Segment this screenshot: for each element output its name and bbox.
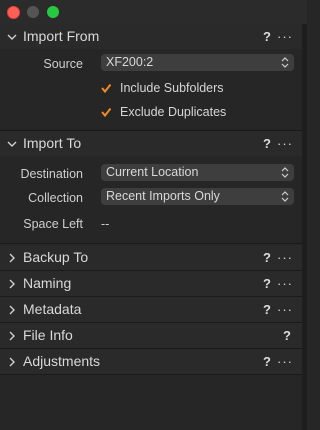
source-select[interactable]: XF200:2 (101, 54, 294, 71)
help-button[interactable]: ? (263, 131, 271, 156)
more-options-button[interactable]: ··· (277, 245, 293, 270)
chevron-right-icon[interactable] (6, 323, 18, 348)
space-left-value: -- (101, 217, 110, 231)
section-backup-to[interactable]: Backup To ? ··· (0, 245, 307, 270)
source-label: Source (43, 57, 83, 71)
more-options-button[interactable]: ··· (277, 131, 293, 156)
destination-select[interactable]: Current Location (101, 164, 294, 181)
more-options-button[interactable]: ··· (277, 349, 293, 374)
more-options-button[interactable]: ··· (277, 24, 293, 49)
chevron-down-icon[interactable] (6, 131, 18, 156)
chevron-right-icon[interactable] (6, 245, 18, 270)
section-title: Metadata (23, 301, 82, 317)
chevron-right-icon[interactable] (6, 271, 18, 296)
section-title: File Info (23, 327, 73, 343)
section-divider (0, 243, 307, 244)
collection-label: Collection (28, 191, 83, 205)
destination-label: Destination (20, 167, 83, 181)
source-value: XF200:2 (106, 55, 154, 69)
section-metadata[interactable]: Metadata ? ··· (0, 297, 307, 322)
section-title: Backup To (23, 249, 89, 265)
help-button[interactable]: ? (263, 271, 271, 296)
help-button[interactable]: ? (263, 297, 271, 322)
help-button[interactable]: ? (263, 349, 271, 374)
section-import-from[interactable]: Import From ? ··· (0, 24, 307, 49)
space-left-label: Space Left (23, 217, 83, 231)
section-adjustments[interactable]: Adjustments ? ··· (0, 349, 307, 374)
destination-value: Current Location (106, 165, 199, 179)
chevron-right-icon[interactable] (6, 297, 18, 322)
close-window-button[interactable] (7, 6, 20, 19)
collection-value: Recent Imports Only (106, 189, 220, 203)
chevron-down-icon[interactable] (6, 24, 18, 49)
section-file-info[interactable]: File Info ? (0, 323, 307, 348)
section-naming[interactable]: Naming ? ··· (0, 271, 307, 296)
minimize-window-button[interactable] (27, 6, 39, 18)
section-title: Import To (23, 135, 82, 151)
updown-chevron-icon (281, 167, 289, 178)
section-title: Adjustments (23, 353, 101, 369)
chevron-right-icon[interactable] (6, 349, 18, 374)
window-titlebar (0, 0, 307, 24)
exclude-duplicates-label: Exclude Duplicates (120, 105, 227, 119)
include-subfolders-label: Include Subfolders (120, 81, 224, 95)
help-button[interactable]: ? (283, 323, 291, 348)
section-import-to[interactable]: Import To ? ··· (0, 131, 307, 156)
help-button[interactable]: ? (263, 24, 271, 49)
updown-chevron-icon (281, 57, 289, 68)
updown-chevron-icon (281, 191, 289, 202)
section-title: Naming (23, 275, 72, 291)
section-divider (0, 374, 307, 375)
collection-select[interactable]: Recent Imports Only (101, 188, 294, 205)
more-options-button[interactable]: ··· (277, 271, 293, 296)
include-subfolders-checkbox[interactable] (100, 82, 112, 94)
zoom-window-button[interactable] (47, 6, 59, 18)
section-title: Import From (23, 28, 100, 44)
more-options-button[interactable]: ··· (277, 297, 293, 322)
help-button[interactable]: ? (263, 245, 271, 270)
panel-edge (302, 24, 307, 430)
exclude-duplicates-checkbox[interactable] (100, 106, 112, 118)
